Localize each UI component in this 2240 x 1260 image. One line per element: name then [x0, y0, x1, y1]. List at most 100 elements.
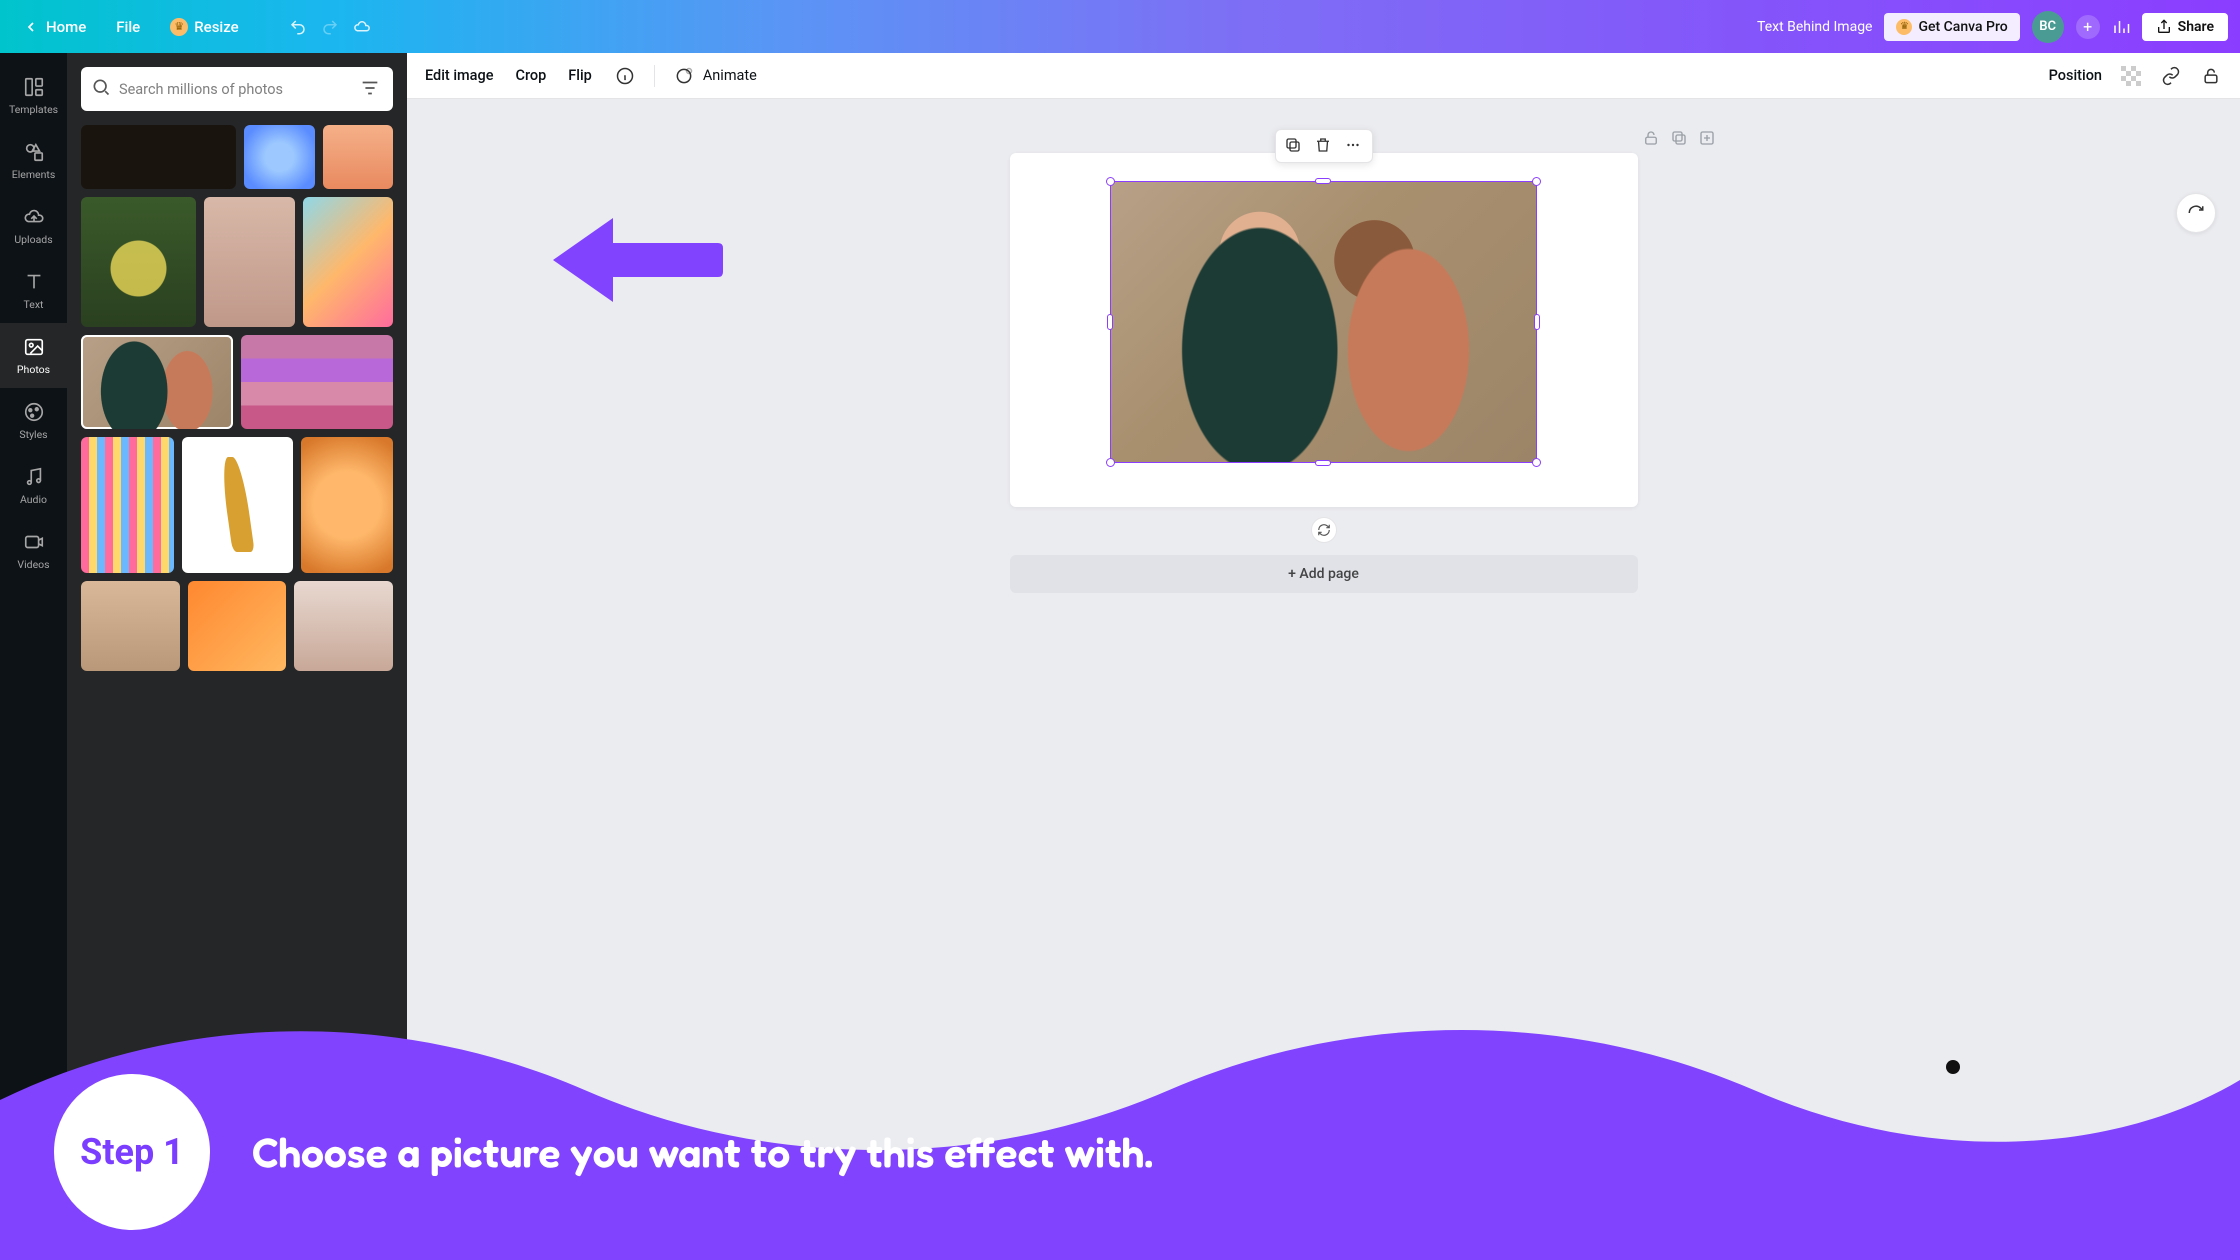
add-member-button[interactable]: + — [2076, 15, 2100, 39]
canvas-wrap: + Add page — [1010, 153, 1638, 593]
rail-label: Audio — [20, 493, 47, 506]
search-icon — [91, 77, 111, 101]
zoom-slider-thumb[interactable] — [1946, 1060, 1960, 1074]
cloud-sync-icon[interactable] — [353, 18, 371, 36]
photo-thumb[interactable] — [323, 125, 393, 189]
trash-icon[interactable] — [1314, 136, 1334, 156]
file-button[interactable]: File — [106, 12, 150, 42]
file-label: File — [116, 18, 140, 36]
add-page-button[interactable]: + Add page — [1010, 555, 1638, 593]
photo-thumb[interactable] — [182, 437, 293, 573]
home-button[interactable]: Home — [12, 12, 96, 42]
rail-label: Styles — [19, 428, 47, 441]
photo-thumb[interactable] — [188, 581, 287, 671]
photo-thumb[interactable] — [81, 437, 174, 573]
photo-thumb[interactable] — [81, 581, 180, 671]
transparency-icon[interactable] — [2120, 65, 2142, 87]
get-pro-button[interactable]: ♛ Get Canva Pro — [1884, 13, 2019, 41]
separator — [654, 65, 655, 87]
selection-toolbar — [1275, 129, 1373, 163]
resize-handle[interactable] — [1106, 177, 1115, 186]
elements-icon — [22, 140, 46, 164]
share-button[interactable]: Share — [2142, 13, 2228, 41]
pro-label: Get Canva Pro — [1918, 19, 2007, 35]
photos-panel: ◂ — [67, 53, 407, 1260]
videos-icon — [22, 530, 46, 554]
lock-icon[interactable] — [2200, 65, 2222, 87]
undo-icon[interactable] — [289, 18, 307, 36]
unlock-page-icon[interactable] — [1642, 129, 1660, 147]
photo-thumb[interactable] — [303, 197, 393, 327]
animate-button[interactable]: Animate — [673, 65, 757, 87]
rail-label: Text — [24, 298, 44, 311]
redo-icon[interactable] — [321, 18, 339, 36]
canvas-area[interactable]: + Add page — [407, 99, 2240, 1260]
rail-videos[interactable]: Videos — [0, 518, 67, 583]
resize-handle[interactable] — [1532, 458, 1541, 467]
position-button[interactable]: Position — [2049, 67, 2102, 84]
design-page[interactable] — [1010, 153, 1638, 507]
rail-elements[interactable]: Elements — [0, 128, 67, 193]
link-icon[interactable] — [2160, 65, 2182, 87]
resize-handle[interactable] — [1315, 178, 1331, 184]
rail-uploads[interactable]: Uploads — [0, 193, 67, 258]
left-rail: Templates Elements Uploads Text Photos S… — [0, 53, 67, 1260]
styles-icon — [22, 400, 46, 424]
photo-grid — [67, 125, 407, 1260]
rail-label: Elements — [12, 168, 56, 181]
photos-icon — [22, 335, 46, 359]
photo-thumb[interactable] — [294, 581, 393, 671]
history-group — [289, 18, 371, 36]
rail-label: Videos — [17, 558, 49, 571]
photo-thumb[interactable] — [204, 197, 294, 327]
filter-icon[interactable] — [359, 77, 383, 101]
reload-fab[interactable] — [2176, 193, 2216, 233]
avatar[interactable]: BC — [2032, 11, 2064, 43]
rail-label: Uploads — [14, 233, 52, 246]
context-toolbar: Edit image Crop Flip Animate Position — [407, 53, 2240, 99]
resize-handle[interactable] — [1532, 177, 1541, 186]
rail-audio[interactable]: Audio — [0, 453, 67, 518]
share-label: Share — [2178, 19, 2214, 35]
new-page-icon[interactable] — [1698, 129, 1716, 147]
rail-templates[interactable]: Templates — [0, 63, 67, 128]
insights-icon[interactable] — [2112, 18, 2130, 36]
resize-label: Resize — [194, 18, 238, 36]
templates-icon — [22, 75, 46, 99]
photo-thumb[interactable] — [244, 125, 314, 189]
more-icon[interactable] — [1344, 136, 1364, 156]
canvas-column: Edit image Crop Flip Animate Position — [407, 53, 2240, 1260]
photo-thumb[interactable] — [241, 335, 393, 429]
flip-button[interactable]: Flip — [568, 67, 592, 84]
resize-handle[interactable] — [1315, 460, 1331, 466]
resize-handle[interactable] — [1107, 314, 1113, 330]
topbar-left: Home File ♛ Resize — [12, 12, 371, 42]
duplicate-icon[interactable] — [1284, 136, 1304, 156]
tutorial-arrow-icon — [553, 213, 723, 311]
crop-button[interactable]: Crop — [516, 67, 547, 84]
resize-handle[interactable] — [1106, 458, 1115, 467]
selected-image[interactable] — [1110, 181, 1537, 463]
rail-photos[interactable]: Photos — [0, 323, 67, 388]
doc-title[interactable]: Text Behind Image — [1757, 19, 1872, 35]
page-sync-icon[interactable] — [1311, 517, 1337, 543]
rail-styles[interactable]: Styles — [0, 388, 67, 453]
rail-label: Templates — [9, 103, 58, 116]
search-wrap — [67, 53, 407, 125]
edit-image-button[interactable]: Edit image — [425, 67, 494, 84]
resize-handle[interactable] — [1534, 314, 1540, 330]
rail-text[interactable]: Text — [0, 258, 67, 323]
photo-thumb[interactable] — [81, 125, 236, 189]
audio-icon — [22, 465, 46, 489]
duplicate-page-icon[interactable] — [1670, 129, 1688, 147]
resize-button[interactable]: ♛ Resize — [160, 12, 248, 42]
crown-icon: ♛ — [170, 18, 188, 36]
info-icon[interactable] — [614, 65, 636, 87]
photo-thumb[interactable] — [81, 197, 196, 327]
photo-thumb-selected[interactable] — [81, 335, 233, 429]
animate-icon — [673, 65, 695, 87]
search-box[interactable] — [81, 67, 393, 111]
topbar-right: Text Behind Image ♛ Get Canva Pro BC + S… — [1757, 11, 2228, 43]
photo-thumb[interactable] — [301, 437, 394, 573]
search-input[interactable] — [119, 81, 351, 98]
